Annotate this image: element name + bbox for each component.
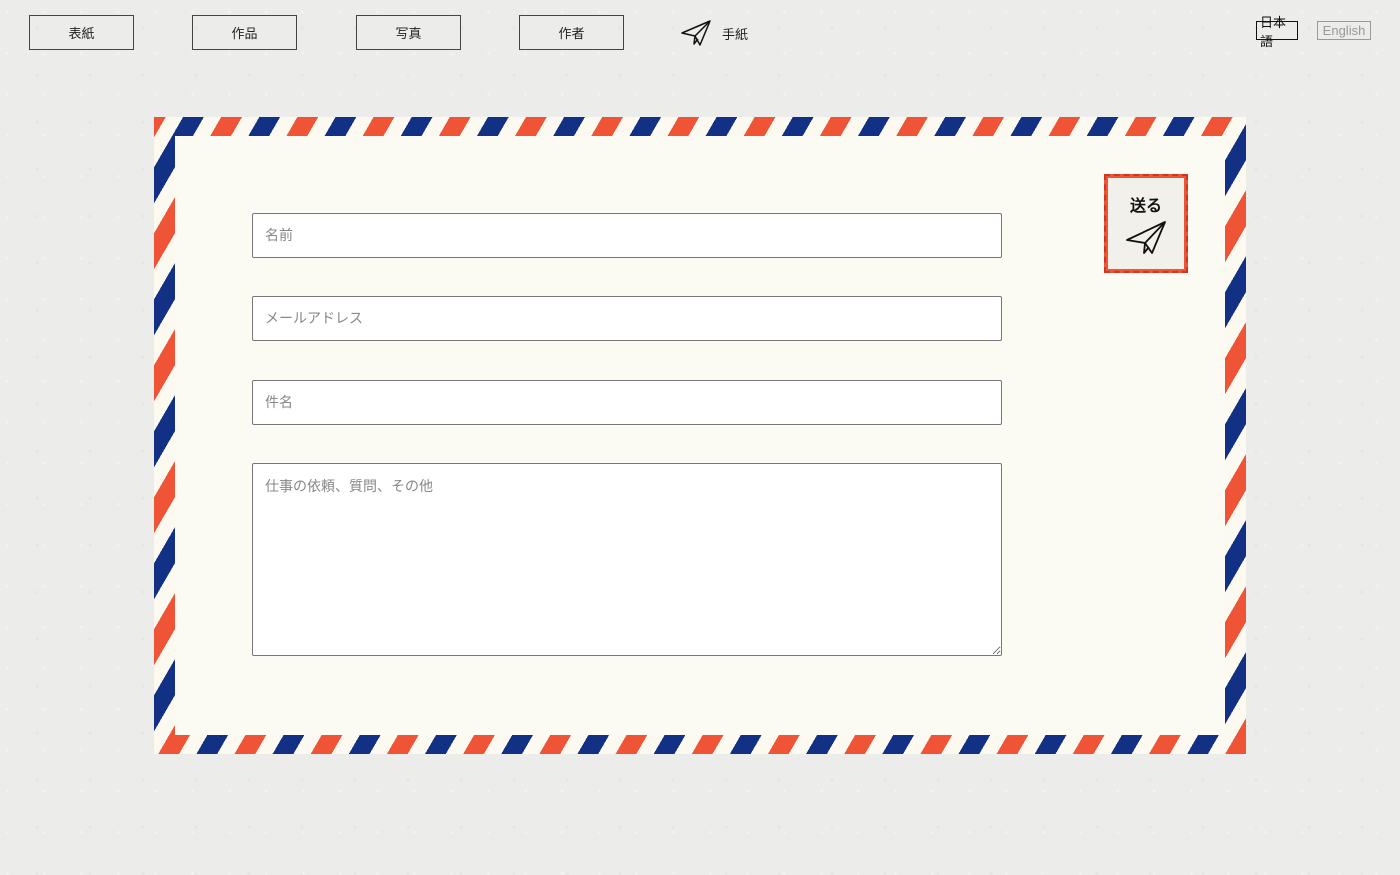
language-japanese-button[interactable]: 日本語 [1256, 15, 1298, 49]
nav-photos-button[interactable]: 写真 [356, 15, 461, 50]
contact-form: 送る [175, 136, 1225, 735]
paper-plane-icon [681, 20, 711, 46]
subject-field[interactable] [252, 380, 1002, 425]
email-field[interactable] [252, 296, 1002, 341]
send-stamp-button[interactable]: 送る [1104, 174, 1188, 273]
nav-letter-label: 手紙 [722, 27, 749, 43]
stamp-face: 送る [1108, 178, 1184, 269]
name-field[interactable] [252, 213, 1002, 258]
nav-letter-link[interactable]: 手紙 [680, 18, 748, 48]
message-field[interactable] [252, 463, 1002, 656]
paper-plane-icon [1126, 220, 1166, 254]
send-label: 送る [1129, 195, 1162, 215]
nav-works-button[interactable]: 作品 [192, 15, 297, 50]
airmail-envelope: 送る [154, 117, 1246, 754]
nav-author-button[interactable]: 作者 [519, 15, 624, 50]
nav-cover-button[interactable]: 表紙 [29, 15, 134, 50]
language-english-button[interactable]: English [1317, 21, 1371, 40]
